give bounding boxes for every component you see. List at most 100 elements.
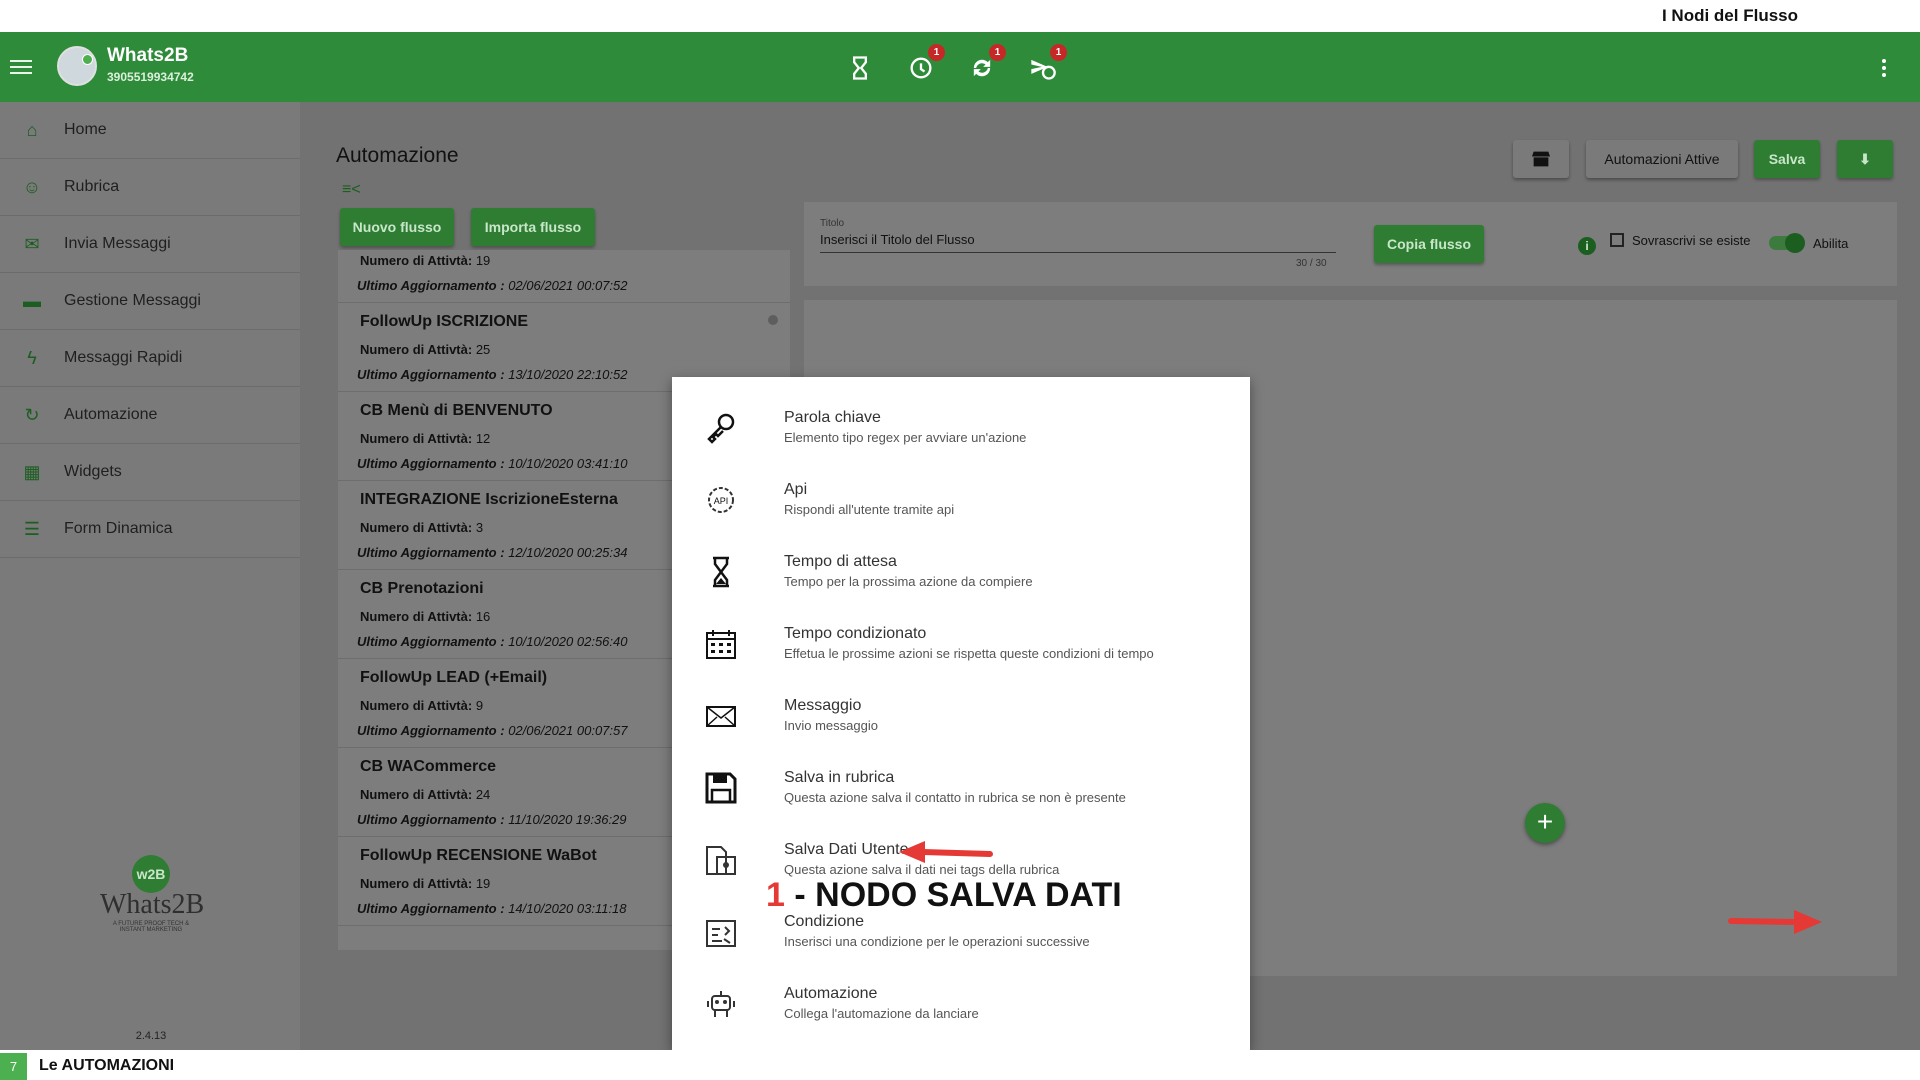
overwrite-label: Sovrascrivi se esiste xyxy=(1632,233,1751,248)
info-icon[interactable]: i xyxy=(1578,237,1596,255)
page-title: Automazione xyxy=(336,144,459,167)
condition-icon xyxy=(706,920,736,947)
import-flow-button[interactable]: Importa flusso xyxy=(471,208,595,246)
menu-item-desc: Tempo per la prossima azione da compiere xyxy=(784,574,1033,589)
menu-item-label: Salva Dati Utente xyxy=(784,841,909,858)
store-button[interactable] xyxy=(1513,140,1569,178)
menu-icon[interactable] xyxy=(10,56,32,76)
clock-refresh-icon[interactable]: 1 xyxy=(907,44,945,82)
hourglass-icon xyxy=(713,556,729,588)
menu-item-messaggio[interactable]: Messaggio Invio messaggio xyxy=(704,697,1234,757)
menu-item-label: Parola chiave xyxy=(784,409,881,426)
title-field-label: Titolo xyxy=(820,218,845,229)
menu-item-label: Salva in rubrica xyxy=(784,769,895,786)
sidebar-item-label: Form Dinamica xyxy=(64,520,173,537)
slide-title: I Nodi del Flusso xyxy=(1661,6,1798,25)
more-options-icon[interactable] xyxy=(1882,56,1888,80)
collapse-list-icon[interactable]: ≡< xyxy=(342,181,362,198)
automation-icon: ↻ xyxy=(24,405,40,425)
menu-item-label: Automazione xyxy=(784,985,878,1002)
menu-item-tempo-attesa[interactable]: Tempo di attesa Tempo per la prossima az… xyxy=(704,553,1234,613)
notification-badge: 1 xyxy=(928,44,945,61)
page-number: 7 xyxy=(0,1053,27,1080)
hourglass-icon[interactable] xyxy=(846,54,874,82)
folder-icon: ▬ xyxy=(23,291,41,311)
title-card: Titolo Inserisci il Titolo del Flusso 30… xyxy=(804,202,1897,286)
sidebar-item-invia-messaggi[interactable]: ✉ Invia Messaggi xyxy=(0,216,300,273)
menu-item-desc: Rispondi all'utente tramite api xyxy=(784,502,955,517)
app-name: Whats2B xyxy=(107,45,189,66)
annotation-arrow-fab xyxy=(1728,910,1822,934)
app-phone: 3905519934742 xyxy=(107,70,194,84)
menu-item-label: Messaggio xyxy=(784,697,862,714)
sidebar-item-label: Automazione xyxy=(64,406,158,423)
node-menu-dialog: Parola chiave Elemento tipo regex per av… xyxy=(672,377,1250,1050)
flow-status-dot xyxy=(768,315,778,325)
new-flow-button[interactable]: Nuovo flusso xyxy=(340,208,454,246)
logo-tagline: A FUTURE PROOF TECH & INSTANT MARKETING xyxy=(112,921,190,933)
scheduled-send-icon[interactable]: 1 xyxy=(1029,44,1067,82)
sidebar-item-label: Messaggi Rapidi xyxy=(64,349,183,366)
overwrite-checkbox[interactable] xyxy=(1610,233,1624,247)
flow-activities: Numero di Attivtà: 19 xyxy=(360,253,491,268)
sidebar-item-messaggi-rapidi[interactable]: ϟ Messaggi Rapidi xyxy=(0,330,300,387)
title-input[interactable]: Inserisci il Titolo del Flusso xyxy=(820,232,1336,253)
sidebar-item-gestione-messaggi[interactable]: ▬ Gestione Messaggi xyxy=(0,273,300,330)
app-logo: w2B Whats2B A FUTURE PROOF TECH & INSTAN… xyxy=(100,855,205,933)
notification-badge: 1 xyxy=(1050,44,1067,61)
menu-item-tempo-condizionato[interactable]: Tempo condizionato Effetua le prossime a… xyxy=(704,625,1234,685)
add-node-button[interactable]: + xyxy=(1525,803,1565,843)
sidebar-item-label: Widgets xyxy=(64,463,122,480)
notification-badge: 1 xyxy=(989,44,1006,61)
sidebar-item-widgets[interactable]: ▦ Widgets xyxy=(0,444,300,501)
flow-list-item[interactable]: CB ISCRIZIONE + RMRTGNumero di Attivtà: … xyxy=(338,250,790,303)
flow-updated: Ultimo Aggiornamento : 02/06/2021 00:07:… xyxy=(357,278,628,293)
menu-item-desc: Effetua le prossime azioni se rispetta q… xyxy=(784,646,1154,661)
menu-item-salva-rubrica[interactable]: Salva in rubrica Questa azione salva il … xyxy=(704,769,1234,829)
menu-item-api[interactable]: API Api Rispondi all'utente tramite api xyxy=(704,481,1234,541)
logo-badge: w2B xyxy=(132,855,170,893)
sidebar-item-label: Home xyxy=(64,121,107,138)
download-icon[interactable]: ⬇ xyxy=(1837,140,1893,178)
robot-icon xyxy=(707,991,735,1017)
key-icon xyxy=(707,413,735,444)
flow-name: FollowUp ISCRIZIONE xyxy=(360,313,528,330)
footer-title: Le AUTOMAZIONI xyxy=(39,1057,175,1074)
title-char-counter: 30 / 30 xyxy=(1296,258,1327,269)
menu-item-label: Api xyxy=(784,481,808,498)
avatar[interactable] xyxy=(57,46,97,86)
menu-item-label: Tempo di attesa xyxy=(784,553,897,570)
sidebar-item-label: Invia Messaggi xyxy=(64,235,171,252)
sidebar-item-home[interactable]: ⌂ Home xyxy=(0,102,300,159)
logo-text: Whats2B xyxy=(100,889,205,920)
sidebar-item-label: Rubrica xyxy=(64,178,120,195)
sidebar-item-automazione[interactable]: ↻ Automazione xyxy=(0,387,300,444)
api-icon: API xyxy=(708,487,734,513)
calendar-icon xyxy=(706,630,736,659)
sidebar-item-label: Gestione Messaggi xyxy=(64,292,201,309)
menu-item-automazione[interactable]: Automazione Collega l'automazione da lan… xyxy=(704,985,1234,1045)
enable-toggle[interactable] xyxy=(1769,233,1805,253)
contacts-icon: ☺ xyxy=(22,177,42,197)
mail-icon: ✉ xyxy=(24,234,40,254)
menu-item-parola-chiave[interactable]: Parola chiave Elemento tipo regex per av… xyxy=(704,409,1234,469)
menu-item-desc: Elemento tipo regex per avviare un'azion… xyxy=(784,430,1027,445)
flow-activities: Numero di Attivtà: 25 xyxy=(360,342,491,357)
slide-header: I Nodi del Flusso xyxy=(0,0,1920,32)
menu-item-label: Tempo condizionato xyxy=(784,625,927,642)
envelope-icon xyxy=(706,706,736,727)
home-icon: ⌂ xyxy=(26,120,38,140)
sidebar-item-form-dinamica[interactable]: ☰ Form Dinamica xyxy=(0,501,300,558)
slide-footer: 7 Le AUTOMAZIONI xyxy=(0,1050,1920,1080)
svg-text:API: API xyxy=(714,496,729,506)
sidebar-item-rubrica[interactable]: ☺ Rubrica xyxy=(0,159,300,216)
save-button[interactable]: Salva xyxy=(1754,140,1820,178)
active-automations-button[interactable]: Automazioni Attive xyxy=(1586,140,1738,178)
menu-item-desc: Collega l'automazione da lanciare xyxy=(784,1006,979,1021)
menu-item-desc: Questa azione salva il contatto in rubri… xyxy=(784,790,1126,805)
menu-item-condizione[interactable]: Condizione Inserisci una condizione per … xyxy=(704,913,1234,973)
copy-flow-button[interactable]: Copia flusso xyxy=(1374,225,1484,263)
sync-icon[interactable]: 1 xyxy=(968,44,1006,82)
app-version: 2.4.13 xyxy=(135,1030,167,1042)
floppy-icon xyxy=(705,772,737,804)
